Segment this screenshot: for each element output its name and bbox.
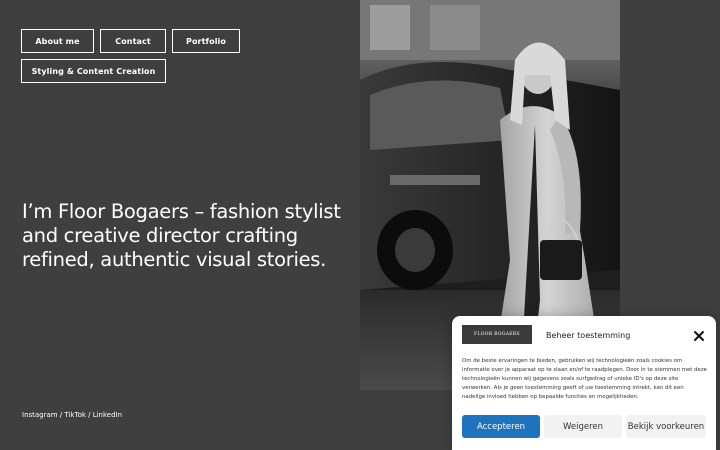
hero-heading: I’m Floor Bogaers – fashion stylist and … bbox=[22, 200, 341, 271]
deny-button[interactable]: Weigeren bbox=[544, 415, 622, 438]
nav-portfolio-button[interactable]: Portfolio bbox=[172, 29, 240, 53]
nav-styling-button[interactable]: Styling & Content Creation bbox=[21, 59, 166, 83]
social-links[interactable]: Instagram / TikTok / LinkedIn bbox=[22, 411, 122, 419]
nav-contact-button[interactable]: Contact bbox=[100, 29, 166, 53]
brand-logo: FLOOR BOGAERS bbox=[462, 325, 532, 344]
consent-title: Beheer toestemming bbox=[546, 331, 631, 340]
close-icon[interactable] bbox=[693, 329, 705, 341]
cookie-consent-dialog: FLOOR BOGAERS Beheer toestemming Om de b… bbox=[452, 316, 716, 450]
view-preferences-button[interactable]: Bekijk voorkeuren bbox=[626, 415, 706, 438]
consent-description: Om de beste ervaringen te bieden, gebrui… bbox=[462, 358, 707, 400]
accept-button[interactable]: Accepteren bbox=[462, 415, 540, 438]
nav-about-button[interactable]: About me bbox=[21, 29, 94, 53]
